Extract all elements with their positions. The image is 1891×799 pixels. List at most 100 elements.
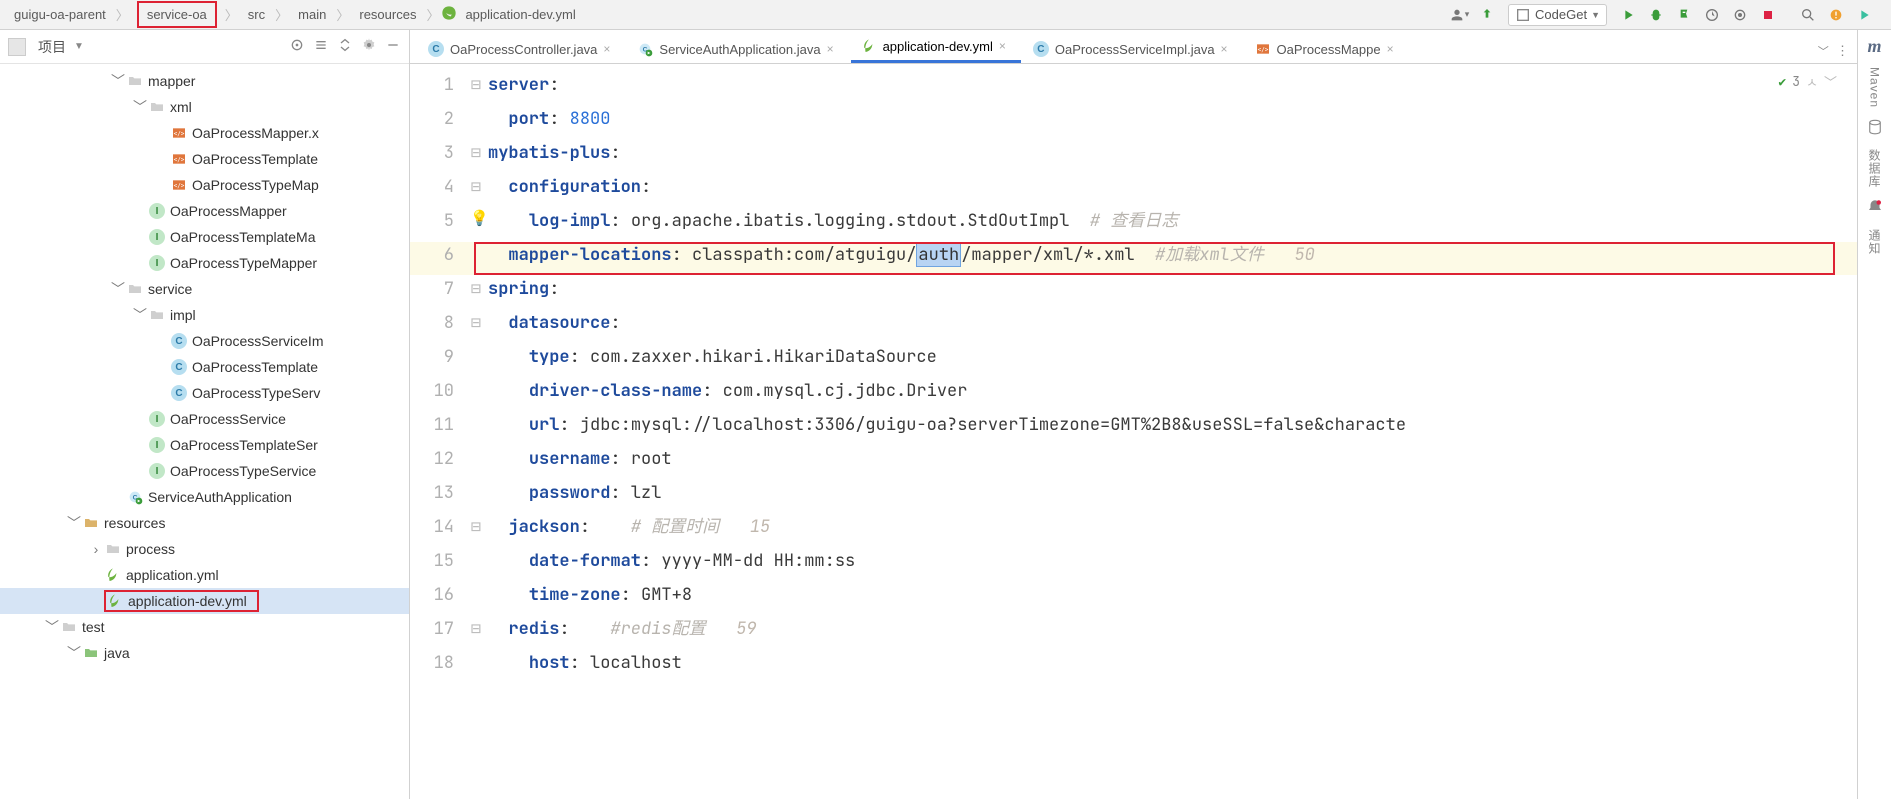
tree-label: OaProcessTypeMapper	[170, 255, 327, 271]
editor-tabs: COaProcessController.java×CServiceAuthAp…	[410, 30, 1857, 64]
leaf-icon	[441, 5, 457, 24]
close-icon[interactable]: ×	[1387, 42, 1399, 56]
tree-caret[interactable]: ﹀	[110, 71, 126, 91]
tree-item[interactable]: ﹀ resources	[0, 510, 409, 536]
svg-text:</>: </>	[174, 157, 185, 164]
crumb-file[interactable]: application-dev.yml	[457, 3, 583, 26]
tree-item[interactable]: COaProcessServiceIm	[0, 328, 409, 354]
crumb-src[interactable]: src	[240, 3, 273, 26]
ai-assist-icon[interactable]	[1851, 2, 1877, 28]
tree-caret[interactable]: ﹀	[132, 97, 148, 117]
crumb-resources[interactable]: resources	[351, 3, 424, 26]
editor-tab[interactable]: COaProcessController.java×	[418, 34, 625, 63]
tree-label: OaProcessTypeService	[170, 463, 326, 479]
run-icon[interactable]	[1615, 2, 1641, 28]
code-editor[interactable]: 💡 ✔3 ㅅ﹀ 123456789101112131415161718 ⊟⊟⊟⊟…	[410, 64, 1857, 799]
maven-tool-icon[interactable]: m	[1867, 36, 1881, 57]
tab-label: OaProcessServiceImpl.java	[1055, 42, 1215, 57]
tree-label: OaProcessTemplateSer	[170, 437, 328, 453]
editor-tab[interactable]: COaProcessServiceImpl.java×	[1023, 34, 1243, 63]
tree-label: process	[126, 541, 185, 557]
coverage-icon[interactable]	[1671, 2, 1697, 28]
project-tree[interactable]: ﹀mapper﹀xml</>OaProcessMapper.x</>OaProc…	[0, 64, 409, 799]
project-view-icon[interactable]	[8, 38, 26, 56]
attach-icon[interactable]	[1727, 2, 1753, 28]
tree-item[interactable]: application-dev.yml	[0, 588, 409, 614]
project-tool-window: 项目 ▼ ﹀mapper﹀xml</>OaProcessMapper.x</>O…	[0, 30, 410, 799]
notifications-tool-label[interactable]: 通知	[1866, 229, 1883, 255]
breadcrumb-bar: guigu-oa-parent 〉 service-oa 〉 src 〉 mai…	[0, 0, 1891, 30]
notifications-tool-icon[interactable]	[1866, 198, 1884, 219]
tree-item[interactable]: › process	[0, 536, 409, 562]
editor-tab[interactable]: CServiceAuthApplication.java×	[627, 34, 848, 63]
gear-icon[interactable]	[361, 37, 377, 56]
tree-item[interactable]: ﹀service	[0, 276, 409, 302]
git-pull-icon[interactable]	[1474, 2, 1500, 28]
maven-tool-label[interactable]: Maven	[1868, 67, 1882, 108]
editor-tab[interactable]: </>OaProcessMappe×	[1245, 34, 1409, 63]
search-icon[interactable]	[1795, 2, 1821, 28]
tree-item[interactable]: IOaProcessService	[0, 406, 409, 432]
tree-caret[interactable]: ﹀	[44, 617, 60, 637]
tree-item[interactable]: </>OaProcessTemplate	[0, 146, 409, 172]
tree-item[interactable]: IOaProcessTemplateMa	[0, 224, 409, 250]
tab-label: ServiceAuthApplication.java	[659, 42, 820, 57]
collapse-all-icon[interactable]	[337, 37, 353, 56]
fold-gutter[interactable]: ⊟⊟⊟⊟⊟⊟⊟	[464, 64, 488, 799]
tree-item[interactable]: ﹀ mapper	[0, 68, 409, 94]
tree-item[interactable]: application.yml	[0, 562, 409, 588]
tree-label: resources	[104, 515, 175, 531]
tree-label: application.yml	[126, 567, 229, 583]
tree-item[interactable]: CServiceAuthApplication	[0, 484, 409, 510]
close-icon[interactable]: ×	[603, 42, 615, 56]
tree-label: OaProcessTypeServ	[192, 385, 330, 401]
crumb-sep: 〉	[114, 5, 131, 24]
crumb-module[interactable]: service-oa	[137, 1, 217, 28]
stop-icon[interactable]	[1755, 2, 1781, 28]
close-icon[interactable]: ×	[1221, 42, 1233, 56]
tabs-overflow-icon[interactable]: ﹀ ⋮	[1810, 39, 1857, 63]
database-tool-label[interactable]: 数据库	[1866, 149, 1883, 188]
debug-icon[interactable]	[1643, 2, 1669, 28]
tree-item[interactable]: COaProcessTypeServ	[0, 380, 409, 406]
close-icon[interactable]: ×	[999, 39, 1011, 53]
tree-label: application-dev.yml	[128, 593, 257, 609]
tree-caret[interactable]: ﹀	[110, 279, 126, 299]
tree-caret[interactable]: ›	[88, 541, 104, 557]
sync-icon[interactable]	[1823, 2, 1849, 28]
tree-label: OaProcessTypeMap	[192, 177, 329, 193]
run-config-selector[interactable]: CodeGet ▼	[1508, 4, 1607, 26]
tree-label: test	[82, 619, 115, 635]
project-panel-title[interactable]: 项目	[38, 37, 66, 57]
close-icon[interactable]: ×	[827, 42, 839, 56]
tree-item[interactable]: COaProcessTemplate	[0, 354, 409, 380]
tree-label: mapper	[148, 73, 205, 89]
crumb-main[interactable]: main	[290, 3, 334, 26]
vcs-user-icon[interactable]: ▾	[1446, 2, 1472, 28]
tree-item[interactable]: IOaProcessTypeMapper	[0, 250, 409, 276]
expand-all-icon[interactable]	[313, 37, 329, 56]
tree-item[interactable]: ﹀xml	[0, 94, 409, 120]
svg-text:</>: </>	[1257, 47, 1268, 54]
tree-item[interactable]: </>OaProcessTypeMap	[0, 172, 409, 198]
select-opened-icon[interactable]	[289, 37, 305, 56]
tree-item[interactable]: ﹀java	[0, 640, 409, 666]
tree-label: OaProcessService	[170, 411, 296, 427]
profile-icon[interactable]	[1699, 2, 1725, 28]
tree-caret[interactable]: ﹀	[66, 643, 82, 663]
tree-item[interactable]: IOaProcessTemplateSer	[0, 432, 409, 458]
tree-item[interactable]: IOaProcessTypeService	[0, 458, 409, 484]
tree-item[interactable]: </>OaProcessMapper.x	[0, 120, 409, 146]
code-content[interactable]: server: port: 8800mybatis-plus: configur…	[488, 64, 1857, 799]
tree-caret[interactable]: ﹀	[66, 513, 82, 533]
tab-label: OaProcessController.java	[450, 42, 597, 57]
editor-tab[interactable]: application-dev.yml×	[851, 31, 1021, 63]
tree-caret[interactable]: ﹀	[132, 305, 148, 325]
hide-icon[interactable]	[385, 37, 401, 56]
tree-item[interactable]: ﹀impl	[0, 302, 409, 328]
inspection-widget[interactable]: ✔3 ㅅ﹀	[1778, 72, 1837, 91]
crumb-root[interactable]: guigu-oa-parent	[6, 3, 114, 26]
database-tool-icon[interactable]	[1866, 118, 1884, 139]
tree-item[interactable]: IOaProcessMapper	[0, 198, 409, 224]
tree-item[interactable]: ﹀ test	[0, 614, 409, 640]
